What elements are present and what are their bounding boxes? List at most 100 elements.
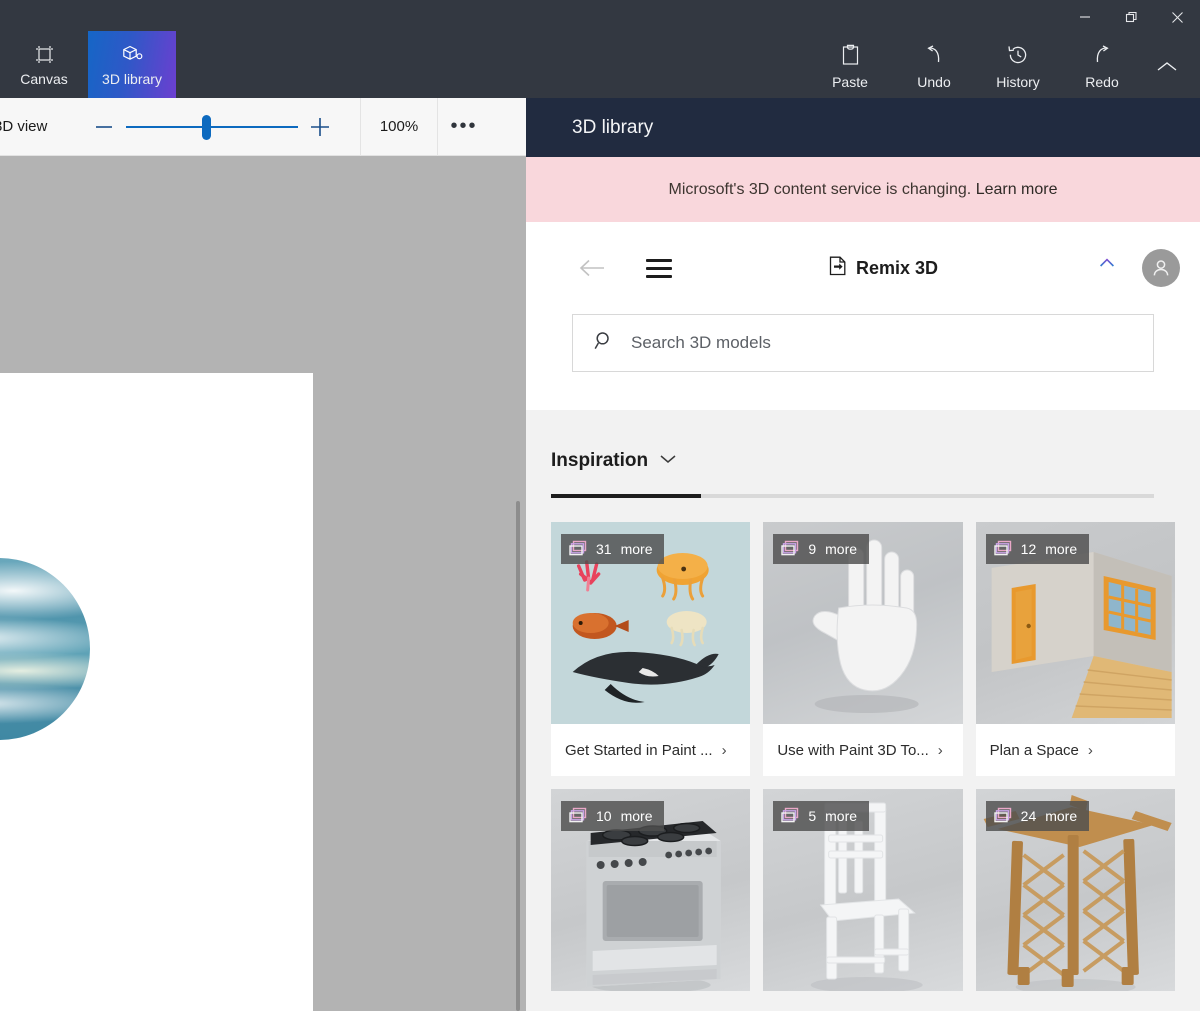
chevron-up-icon[interactable] <box>1144 34 1190 98</box>
card-label-row[interactable]: Plan a Space › <box>976 724 1175 776</box>
card-thumbnail[interactable]: 12 more <box>975 522 1175 724</box>
stacked-layers-icon <box>781 540 799 559</box>
tab-3d-library[interactable]: 3D library <box>88 31 176 98</box>
user-avatar-icon[interactable] <box>1142 249 1180 287</box>
card-label-row[interactable]: Use with Paint 3D To... › <box>763 724 962 776</box>
redo-button[interactable]: Redo <box>1060 34 1144 98</box>
tab-underline-track <box>551 494 1154 498</box>
remix-3d-logo[interactable]: Remix 3D <box>680 255 1086 282</box>
3d-library-icon <box>121 43 144 65</box>
search-icon <box>593 330 615 357</box>
remix-3d-logo-text: Remix 3D <box>855 257 939 278</box>
model-card[interactable]: 12 more Plan a Space › <box>975 522 1175 776</box>
undo-label: Undo <box>917 73 951 90</box>
hamburger-menu-icon[interactable] <box>638 247 680 289</box>
canvas-icon <box>34 43 55 65</box>
tab-underline-active <box>551 494 701 498</box>
zoom-out-button[interactable] <box>82 98 126 156</box>
badge-count: 10 <box>596 808 612 824</box>
zoom-slider-thumb[interactable] <box>202 114 211 140</box>
card-label-row[interactable]: Get Started in Paint ... › <box>551 724 750 776</box>
tab-inspiration-label: Inspiration <box>551 450 649 471</box>
model-card[interactable]: 5 more <box>763 789 963 991</box>
canvas-workspace[interactable] <box>0 156 526 1011</box>
card-thumbnail[interactable]: 5 more <box>763 789 963 991</box>
search-box[interactable] <box>572 314 1154 372</box>
badge-count: 12 <box>1020 541 1037 557</box>
3d-library-panel: 3D library Microsoft's 3D content servic… <box>526 98 1200 1011</box>
tab-canvas[interactable]: Canvas <box>0 31 88 98</box>
badge-suffix: more <box>620 808 653 824</box>
model-card[interactable]: 31 more Get Started in Paint ... › <box>551 522 751 776</box>
badge-suffix: more <box>825 808 858 824</box>
view-toolbar: 3D view 100% ••• <box>0 97 526 156</box>
minimize-button[interactable] <box>1062 0 1108 34</box>
stacked-layers-icon <box>781 807 799 826</box>
model-card[interactable]: 9 more Use with Paint 3D To... › <box>763 522 963 776</box>
more-items-badge: 31 more <box>561 534 665 564</box>
category-tabs: Inspiration <box>526 410 1200 498</box>
stacked-layers-icon <box>993 540 1012 559</box>
card-title: Plan a Space <box>989 741 1079 759</box>
paste-button[interactable]: Paste <box>808 34 892 98</box>
window-controls <box>1062 0 1200 34</box>
command-bar: Paste Undo History Redo <box>808 34 1190 98</box>
tab-canvas-label: Canvas <box>20 70 68 87</box>
search-input[interactable] <box>631 333 1133 353</box>
more-items-badge: 24 more <box>985 801 1090 831</box>
history-label: History <box>996 73 1040 90</box>
upload-icon[interactable] <box>1086 247 1128 289</box>
remix-toolbar: Remix 3D <box>526 222 1200 314</box>
view-mode-label: 3D view <box>0 118 48 135</box>
tab-3d-library-label: 3D library <box>102 70 162 87</box>
badge-count: 5 <box>808 808 817 824</box>
maximize-button[interactable] <box>1108 0 1154 34</box>
undo-icon <box>923 43 945 67</box>
undo-button[interactable]: Undo <box>892 34 976 98</box>
service-notice-banner: Microsoft's 3D content service is changi… <box>526 157 1200 222</box>
main-tabs: Canvas 3D library <box>0 31 176 98</box>
zoom-level-value[interactable]: 100% <box>360 97 438 156</box>
card-title: Use with Paint 3D To... <box>777 741 929 759</box>
card-thumbnail[interactable]: 31 more <box>551 522 751 724</box>
badge-count: 24 <box>1020 808 1037 824</box>
badge-suffix: more <box>1045 541 1078 557</box>
chevron-right-icon: › <box>937 741 943 759</box>
card-thumbnail[interactable]: 9 more <box>763 522 963 724</box>
redo-icon <box>1091 43 1113 67</box>
stacked-layers-icon <box>993 807 1012 826</box>
badge-suffix: more <box>620 541 653 557</box>
canvas-scrollbar[interactable] <box>516 501 520 1011</box>
artboard[interactable] <box>97 373 313 1011</box>
view-more-options-button[interactable]: ••• <box>438 98 490 156</box>
stacked-layers-icon <box>569 540 587 559</box>
model-card[interactable]: 24 more <box>975 789 1175 991</box>
paste-label: Paste <box>832 73 868 90</box>
redo-label: Redo <box>1085 73 1119 90</box>
close-button[interactable] <box>1154 0 1200 34</box>
zoom-slider-track <box>126 125 298 128</box>
more-items-badge: 12 more <box>985 534 1090 564</box>
back-arrow-icon[interactable] <box>572 247 614 289</box>
card-thumbnail[interactable]: 24 more <box>975 789 1175 991</box>
history-button[interactable]: History <box>976 34 1060 98</box>
zoom-in-button[interactable] <box>298 98 342 156</box>
model-card[interactable]: 10 more <box>551 789 751 991</box>
search-section <box>526 314 1200 410</box>
card-thumbnail[interactable]: 10 more <box>551 789 751 991</box>
tab-inspiration[interactable]: Inspiration <box>551 450 1154 472</box>
history-icon <box>1006 43 1030 67</box>
model-card-grid: 31 more Get Started in Paint ... › 9 mor… <box>526 498 1200 991</box>
more-items-badge: 9 more <box>773 534 870 564</box>
chevron-down-icon[interactable] <box>658 452 678 470</box>
fish-orange-shape <box>572 613 629 639</box>
panel-title: 3D library <box>526 98 1200 157</box>
more-items-badge: 5 more <box>773 801 870 831</box>
zoom-slider[interactable] <box>126 98 298 156</box>
paint3d-window: Canvas 3D library Paste Undo History Red… <box>0 0 1200 1011</box>
title-bar: Canvas 3D library Paste Undo History Red… <box>0 0 1200 98</box>
banner-learn-more-link[interactable]: Learn more <box>976 181 1058 199</box>
more-items-badge: 10 more <box>561 801 665 831</box>
badge-count: 31 <box>596 541 612 557</box>
badge-count: 9 <box>808 541 817 557</box>
